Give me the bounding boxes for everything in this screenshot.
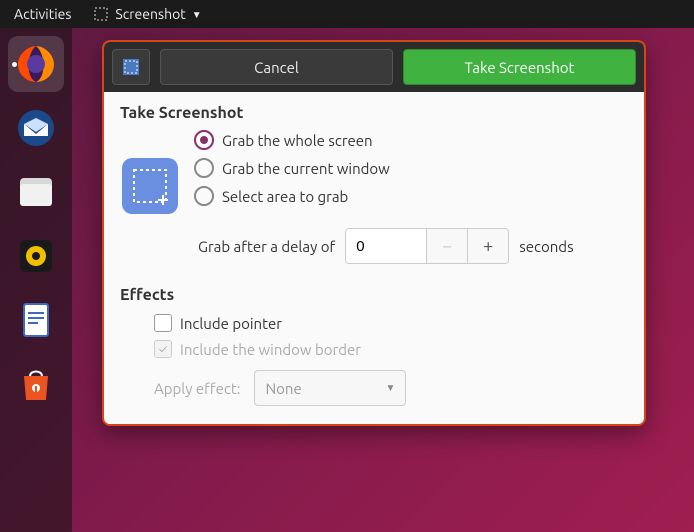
chevron-down-icon: ▼ [386, 382, 396, 394]
window-body: Take Screenshot Grab the whole screen Gr… [104, 92, 644, 424]
delay-label-after: seconds [519, 238, 573, 255]
radio-select-area[interactable]: Select area to grab [194, 186, 390, 206]
dock-item-thunderbird[interactable] [8, 100, 64, 156]
apply-effect-label: Apply effect: [154, 380, 240, 397]
checkbox-label: Include pointer [180, 315, 282, 332]
capture-mode-group: Grab the whole screen Grab the current w… [194, 128, 390, 206]
top-bar: Activities Screenshot ▼ [0, 0, 694, 28]
check-icon: ✓ [159, 343, 167, 356]
titlebar: Cancel Take Screenshot [104, 42, 644, 92]
firefox-icon [14, 42, 58, 86]
apply-effect-combo: None ▼ [254, 370, 406, 406]
delay-input[interactable] [346, 229, 426, 263]
capture-section-title: Take Screenshot [120, 104, 628, 122]
dock-item-rhythmbox[interactable] [8, 228, 64, 284]
effects-section: Effects Include pointer ✓ Include the wi… [120, 286, 628, 406]
delay-spinbox: − + [345, 228, 509, 264]
screenshot-icon [93, 6, 109, 22]
checkbox-label: Include the window border [180, 341, 361, 358]
dock-item-files[interactable] [8, 164, 64, 220]
activities-button[interactable]: Activities [6, 3, 79, 25]
radio-indicator [194, 186, 214, 206]
dock [0, 28, 72, 532]
screenshot-window: Cancel Take Screenshot Take Screenshot G… [102, 40, 646, 426]
document-icon [14, 298, 58, 342]
delay-increment-button[interactable]: + [467, 229, 508, 263]
include-border-row: ✓ Include the window border [120, 336, 628, 362]
shopping-bag-icon [14, 362, 58, 406]
checkbox-indicator: ✓ [154, 340, 172, 358]
selection-icon [122, 58, 140, 76]
delay-decrement-button[interactable]: − [426, 229, 467, 263]
radio-whole-screen[interactable]: Grab the whole screen [194, 130, 390, 150]
select-area-toolbar-button[interactable] [112, 49, 150, 85]
include-pointer-row[interactable]: Include pointer [120, 310, 628, 336]
dock-item-software[interactable] [8, 356, 64, 412]
delay-row: Grab after a delay of − + seconds [120, 228, 628, 264]
selection-rect-icon [130, 166, 170, 206]
capture-preview-icon [122, 158, 178, 214]
take-screenshot-button[interactable]: Take Screenshot [403, 49, 636, 85]
dock-item-firefox[interactable] [8, 36, 64, 92]
app-menu-label: Screenshot [115, 6, 185, 22]
radio-indicator [194, 130, 214, 150]
dock-item-libreoffice-writer[interactable] [8, 292, 64, 348]
radio-current-window[interactable]: Grab the current window [194, 158, 390, 178]
radio-label: Select area to grab [222, 188, 348, 205]
delay-label-before: Grab after a delay of [198, 238, 335, 255]
combo-value: None [265, 380, 301, 397]
app-menu[interactable]: Screenshot ▼ [85, 3, 209, 25]
thunderbird-icon [14, 106, 58, 150]
speaker-icon [14, 234, 58, 278]
effects-section-title: Effects [120, 286, 628, 304]
radio-label: Grab the current window [222, 160, 390, 177]
cancel-button[interactable]: Cancel [160, 49, 393, 85]
folder-icon [14, 170, 58, 214]
checkbox-indicator [154, 314, 172, 332]
radio-indicator [194, 158, 214, 178]
apply-effect-row: Apply effect: None ▼ [120, 362, 628, 406]
radio-label: Grab the whole screen [222, 132, 373, 149]
chevron-down-icon: ▼ [192, 8, 202, 21]
